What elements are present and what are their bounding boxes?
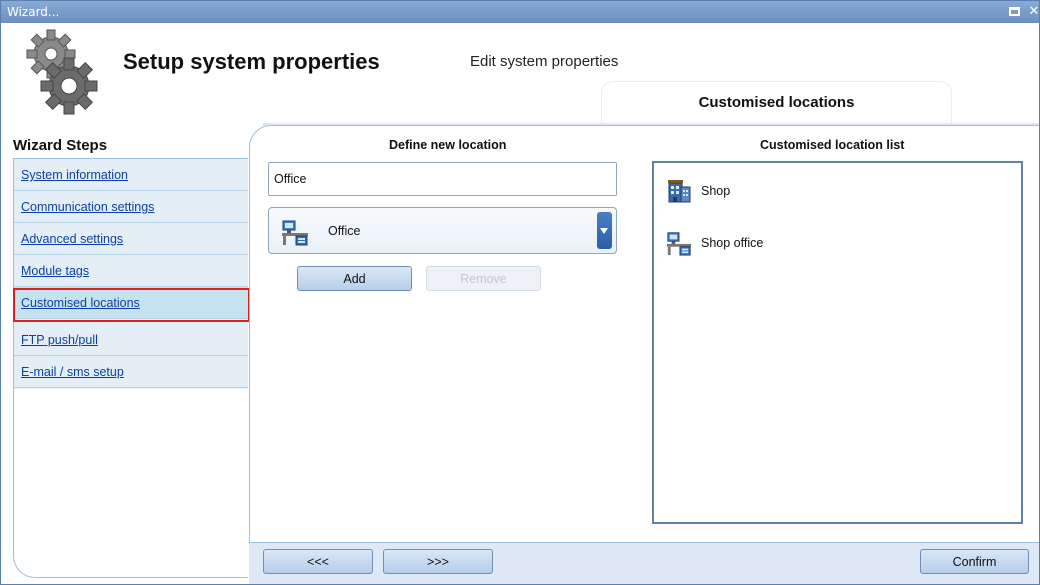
customised-location-list[interactable]: Shop Shop office: [652, 161, 1023, 524]
maximize-icon[interactable]: [1007, 3, 1021, 19]
remove-button[interactable]: Remove: [426, 266, 541, 291]
page-title: Setup system properties: [123, 49, 380, 74]
header: Setup system properties Edit system prop…: [1, 23, 1039, 123]
next-button[interactable]: >>>: [383, 549, 493, 574]
active-step-highlight: [13, 288, 250, 322]
shop-building-icon: [668, 180, 691, 203]
location-type-dropdown[interactable]: Office: [268, 207, 617, 254]
close-icon[interactable]: ✕: [1027, 3, 1039, 19]
list-item[interactable]: Shop office: [666, 227, 763, 259]
location-name-input[interactable]: Office: [268, 162, 617, 196]
tab-customised-locations[interactable]: Customised locations: [601, 81, 952, 123]
back-button[interactable]: <<<: [263, 549, 373, 574]
step-system-information[interactable]: System information: [14, 159, 248, 191]
define-location-title: Define new location: [389, 138, 507, 152]
office-desk-icon: [282, 220, 308, 246]
add-button[interactable]: Add: [297, 266, 412, 291]
list-item[interactable]: Shop: [666, 175, 730, 207]
list-item-label: Shop office: [701, 236, 764, 250]
step-link[interactable]: Advanced settings: [21, 232, 123, 246]
location-type-selected: Office: [328, 224, 361, 238]
location-list-title: Customised location list: [760, 138, 905, 152]
list-item-label: Shop: [701, 184, 731, 198]
step-link[interactable]: E-mail / sms setup: [21, 365, 124, 379]
title-bar: Wizard... ✕: [1, 1, 1039, 23]
page-subtitle: Edit system properties: [470, 53, 619, 70]
step-link[interactable]: Module tags: [21, 264, 89, 278]
wizard-steps-panel: System information Communication setting…: [13, 158, 248, 578]
step-link[interactable]: Communication settings: [21, 200, 154, 214]
step-link[interactable]: FTP push/pull: [21, 333, 98, 347]
chevron-down-icon[interactable]: [597, 212, 612, 249]
window-title: Wizard...: [7, 5, 60, 19]
confirm-button[interactable]: Confirm: [920, 549, 1029, 574]
wizard-steps-list: System information Communication setting…: [14, 159, 248, 389]
step-communication-settings[interactable]: Communication settings: [14, 191, 248, 223]
wizard-window: Wizard... ✕ Setup system properties Edit…: [0, 0, 1040, 585]
step-ftp-push-pull[interactable]: FTP push/pull: [14, 324, 248, 356]
office-desk-icon: [666, 232, 692, 256]
step-advanced-settings[interactable]: Advanced settings: [14, 223, 248, 255]
gears-icon: [26, 29, 98, 115]
step-module-tags[interactable]: Module tags: [14, 255, 248, 287]
step-link[interactable]: System information: [21, 168, 128, 182]
step-email-sms-setup[interactable]: E-mail / sms setup: [14, 356, 248, 388]
wizard-steps-title: Wizard Steps: [13, 137, 108, 154]
